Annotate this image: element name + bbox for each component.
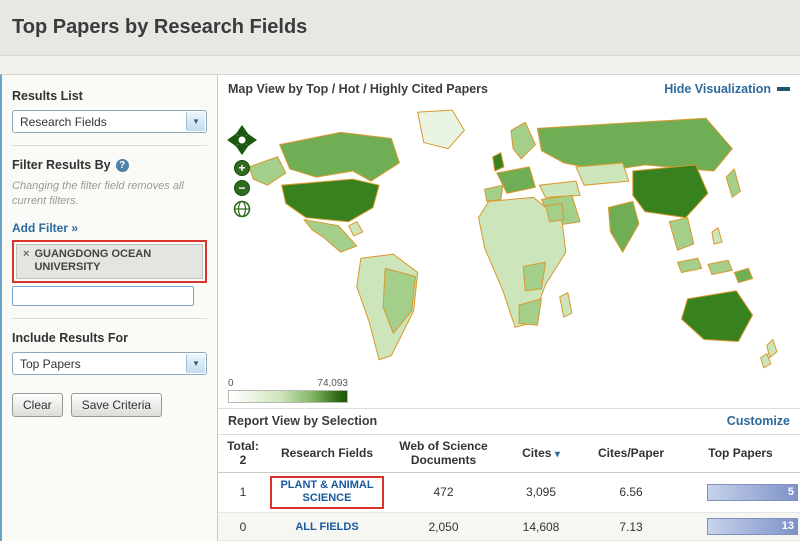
remove-filter-icon[interactable]: × bbox=[23, 248, 29, 261]
pan-compass-control[interactable] bbox=[226, 124, 258, 156]
world-map[interactable] bbox=[218, 104, 800, 408]
region-europe[interactable] bbox=[485, 122, 536, 201]
app-header: Top Papers by Research Fields bbox=[0, 0, 800, 56]
clear-button[interactable]: Clear bbox=[12, 393, 63, 417]
top-papers-bar: 5 bbox=[707, 484, 798, 501]
row-rank: 0 bbox=[218, 513, 268, 541]
results-list-selected-value: Research Fields bbox=[20, 115, 107, 129]
legend-min-label: 0 bbox=[228, 378, 234, 389]
map-area: + − 0 74,093 bbox=[218, 104, 800, 408]
help-icon[interactable]: ? bbox=[116, 159, 129, 172]
sidebar-divider bbox=[12, 145, 207, 146]
table-row: 1 PLANT & ANIMAL SCIENCE 472 3,095 6.56 … bbox=[218, 472, 800, 513]
row-cites: 3,095 bbox=[501, 472, 581, 513]
legend-gradient-bar bbox=[228, 390, 348, 403]
page-title: Top Papers by Research Fields bbox=[12, 16, 307, 39]
row-field-cell: ALL FIELDS bbox=[268, 513, 386, 541]
map-view-title: Map View by Top / Hot / Highly Cited Pap… bbox=[228, 82, 488, 96]
column-header-documents[interactable]: Web of Science Documents bbox=[386, 435, 501, 472]
active-filter-chip: × GUANGDONG OCEAN UNIVERSITY bbox=[16, 244, 203, 280]
total-count: 2 bbox=[220, 453, 266, 467]
cites-header-text: Cites bbox=[522, 446, 551, 460]
dropdown-arrow-icon: ▼ bbox=[186, 112, 205, 131]
column-header-cites-per-paper[interactable]: Cites/Paper bbox=[581, 435, 681, 472]
row-cites-per-paper: 7.13 bbox=[581, 513, 681, 541]
sort-desc-icon: ▾ bbox=[555, 449, 560, 460]
filter-highlight-annotation: × GUANGDONG OCEAN UNIVERSITY bbox=[12, 240, 207, 284]
results-list-label: Results List bbox=[12, 89, 207, 103]
include-results-select[interactable]: Top Papers ▼ bbox=[12, 352, 207, 375]
column-header-research-fields[interactable]: Research Fields bbox=[268, 435, 386, 472]
minimize-icon bbox=[777, 87, 790, 91]
zoom-out-button[interactable]: − bbox=[234, 180, 250, 196]
column-header-total: Total: 2 bbox=[218, 435, 268, 472]
row-top-papers-cell: 13 bbox=[681, 513, 800, 541]
region-oceania[interactable] bbox=[677, 258, 776, 368]
hide-visualization-text: Hide Visualization bbox=[664, 82, 771, 96]
filter-note: Changing the filter field removes all cu… bbox=[12, 179, 207, 209]
column-header-top-papers[interactable]: Top Papers bbox=[681, 435, 800, 472]
hide-visualization-link[interactable]: Hide Visualization bbox=[664, 82, 790, 96]
main-panel: Map View by Top / Hot / Highly Cited Pap… bbox=[218, 74, 800, 541]
row-cites-per-paper: 6.56 bbox=[581, 472, 681, 513]
customize-link[interactable]: Customize bbox=[727, 414, 790, 428]
content: Results List Research Fields ▼ Filter Re… bbox=[0, 74, 800, 541]
include-results-label: Include Results For bbox=[12, 331, 207, 345]
research-field-link[interactable]: PLANT & ANIMAL SCIENCE bbox=[276, 479, 378, 507]
region-africa[interactable] bbox=[479, 197, 572, 327]
add-filter-link[interactable]: Add Filter » bbox=[12, 221, 78, 235]
top-papers-value: 13 bbox=[782, 520, 794, 532]
region-south-america[interactable] bbox=[357, 254, 418, 360]
row-documents: 472 bbox=[386, 472, 501, 513]
report-header-bar: Report View by Selection Customize bbox=[218, 408, 800, 435]
column-header-cites[interactable]: Cites ▾ bbox=[501, 435, 581, 472]
report-view-title: Report View by Selection bbox=[228, 414, 377, 428]
region-north-america[interactable] bbox=[249, 110, 464, 252]
research-field-link[interactable]: ALL FIELDS bbox=[295, 521, 358, 535]
row-top-papers-cell: 5 bbox=[681, 472, 800, 513]
legend-max-label: 74,093 bbox=[317, 378, 348, 389]
table-row: 0 ALL FIELDS 2,050 14,608 7.13 13 bbox=[218, 513, 800, 541]
table-header-row: Total: 2 Research Fields Web of Science … bbox=[218, 435, 800, 472]
region-russia-asia[interactable] bbox=[537, 118, 740, 252]
include-results-selected-value: Top Papers bbox=[20, 357, 81, 371]
map-legend: 0 74,093 bbox=[228, 378, 348, 403]
sidebar: Results List Research Fields ▼ Filter Re… bbox=[0, 74, 218, 541]
map-header-bar: Map View by Top / Hot / Highly Cited Pap… bbox=[218, 75, 800, 104]
filter-input[interactable] bbox=[12, 286, 194, 306]
save-criteria-button[interactable]: Save Criteria bbox=[71, 393, 162, 417]
row-field-cell: PLANT & ANIMAL SCIENCE bbox=[268, 472, 386, 513]
sidebar-divider bbox=[12, 318, 207, 319]
row-cites: 14,608 bbox=[501, 513, 581, 541]
active-filter-label: GUANGDONG OCEAN UNIVERSITY bbox=[34, 248, 164, 276]
row-documents: 2,050 bbox=[386, 513, 501, 541]
filter-results-by-text: Filter Results By bbox=[12, 158, 111, 172]
globe-reset-icon[interactable] bbox=[233, 200, 251, 218]
report-table: Total: 2 Research Fields Web of Science … bbox=[218, 435, 800, 541]
zoom-in-button[interactable]: + bbox=[234, 160, 250, 176]
total-label: Total: bbox=[220, 439, 266, 453]
row-rank: 1 bbox=[218, 472, 268, 513]
map-controls: + − bbox=[226, 124, 258, 218]
sidebar-buttons: Clear Save Criteria bbox=[12, 393, 207, 417]
top-papers-value: 5 bbox=[788, 486, 794, 498]
top-papers-bar: 13 bbox=[707, 518, 798, 535]
field-highlight-annotation: PLANT & ANIMAL SCIENCE bbox=[270, 476, 384, 510]
dropdown-arrow-icon: ▼ bbox=[186, 354, 205, 373]
results-list-select[interactable]: Research Fields ▼ bbox=[12, 110, 207, 133]
filter-results-by-label: Filter Results By ? bbox=[12, 158, 207, 172]
